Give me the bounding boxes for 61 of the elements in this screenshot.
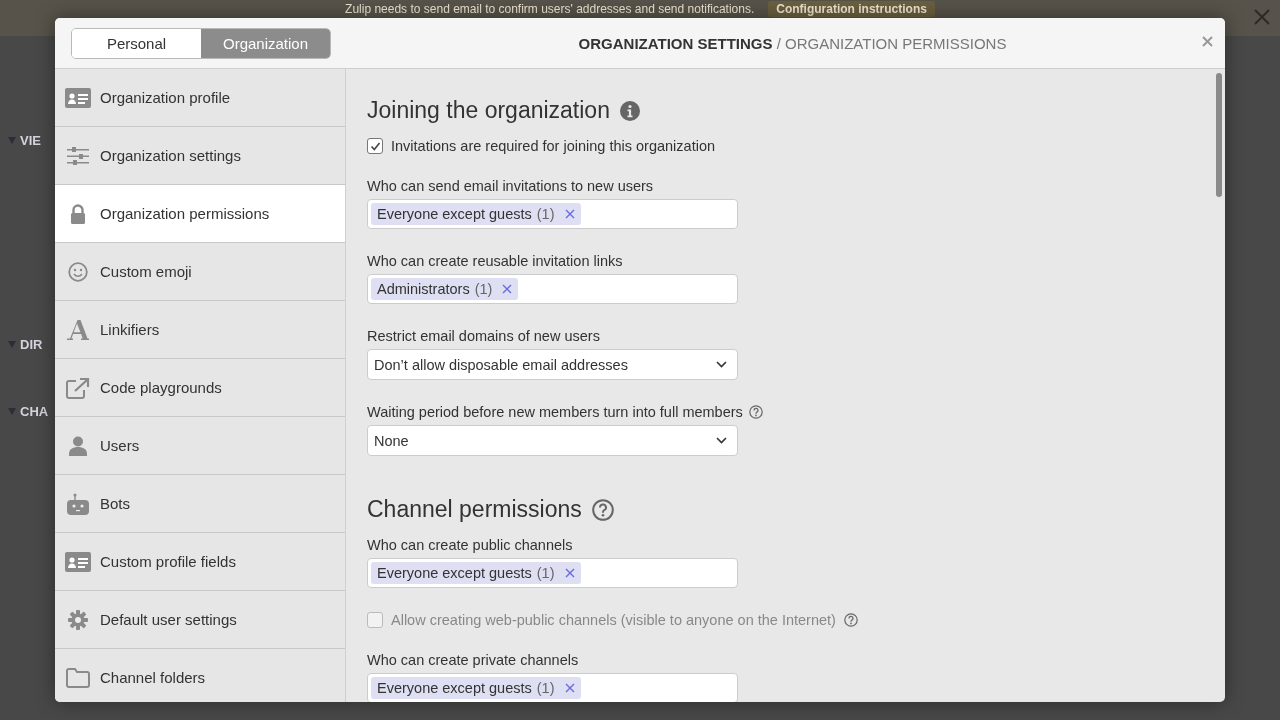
robot-icon (67, 492, 89, 515)
banner-text: Zulip needs to send email to confirm users' addresses and send notifications. (345, 2, 755, 16)
info-icon[interactable] (619, 100, 640, 121)
help-icon[interactable] (748, 405, 763, 419)
settings-menu-item[interactable]: Organization profile (55, 69, 345, 127)
group-pill: Everyone except guests (1) (371, 203, 581, 225)
pill-input-field[interactable]: Administrators (1) (367, 274, 738, 304)
settings-menu-item[interactable]: Channel folders (55, 649, 345, 702)
group-pill: Everyone except guests (1) (371, 562, 581, 584)
chevron-down-icon (716, 437, 727, 444)
sliders-icon (67, 146, 89, 165)
field-label: Who can send email invitations to new users (367, 178, 654, 194)
close-icon[interactable] (1254, 9, 1270, 25)
smiley-icon (68, 261, 88, 282)
section-heading: Joining the organization (367, 97, 610, 124)
settings-menu-item[interactable]: Custom emoji (55, 243, 345, 301)
group-pill: Everyone except guests (1) (371, 677, 581, 699)
checkbox-label: Invitations are required for joining this organization (391, 138, 716, 154)
field-label: Who can create private channels (367, 652, 579, 668)
remove-icon[interactable] (502, 284, 513, 294)
tab[interactable]: Personal (72, 28, 201, 58)
gear-icon (68, 609, 88, 630)
section-heading[interactable]: VIE (20, 133, 41, 148)
settings-menu-item[interactable]: Users (55, 417, 345, 475)
external-link-icon (66, 376, 90, 399)
group-pill: Administrators (1) (371, 278, 519, 300)
id-card-icon (65, 87, 91, 108)
remove-icon[interactable] (564, 209, 575, 219)
folder-icon (66, 667, 90, 688)
settings-menu-item[interactable]: Code playgrounds (55, 359, 345, 417)
settings-menu-item[interactable]: Bots (55, 475, 345, 533)
settings-menu-item[interactable]: Linkifiers (55, 301, 345, 359)
settings-menu-item[interactable]: Organization permissions (55, 185, 345, 243)
field-label: Waiting period before new members turn into full members (367, 404, 743, 420)
dropdown[interactable]: Don’t allow disposable email addresses (367, 349, 738, 380)
remove-icon[interactable] (564, 683, 575, 693)
section-heading[interactable]: DIR (20, 337, 43, 352)
pill-input-field[interactable]: Everyone except guests (1) (367, 199, 738, 229)
section-heading: Channel permissions (367, 496, 582, 523)
section-heading[interactable]: CHA (20, 404, 49, 419)
check-icon (369, 140, 381, 152)
pill-input-field[interactable]: Everyone except guests (1) (367, 673, 738, 702)
checkbox-label: Allow creating web-public channels (visible to anyone on the Internet) (391, 612, 836, 628)
configuration-button[interactable]: Configuration instructions (768, 1, 935, 17)
help-icon[interactable] (591, 498, 614, 521)
field-label: Who can create public channels (367, 537, 573, 553)
lock-icon (70, 203, 86, 224)
chevron-down-icon (716, 361, 727, 368)
id-card-icon (65, 551, 91, 572)
field-label: Restrict email domains of new users (367, 328, 600, 344)
serif-a-icon (67, 319, 89, 340)
settings-menu-item[interactable]: Default user settings (55, 591, 345, 649)
field-label: Who can create reusable invitation links (367, 253, 623, 269)
dropdown[interactable]: None (367, 425, 738, 456)
settings-menu-item[interactable]: Custom profile fields (55, 533, 345, 591)
scrollbar[interactable] (1216, 73, 1222, 197)
pill-input-field[interactable]: Everyone except guests (1) (367, 558, 738, 588)
close-icon[interactable] (1202, 36, 1213, 47)
user-icon (69, 435, 87, 456)
remove-icon[interactable] (564, 568, 575, 578)
checkbox[interactable] (367, 138, 383, 154)
